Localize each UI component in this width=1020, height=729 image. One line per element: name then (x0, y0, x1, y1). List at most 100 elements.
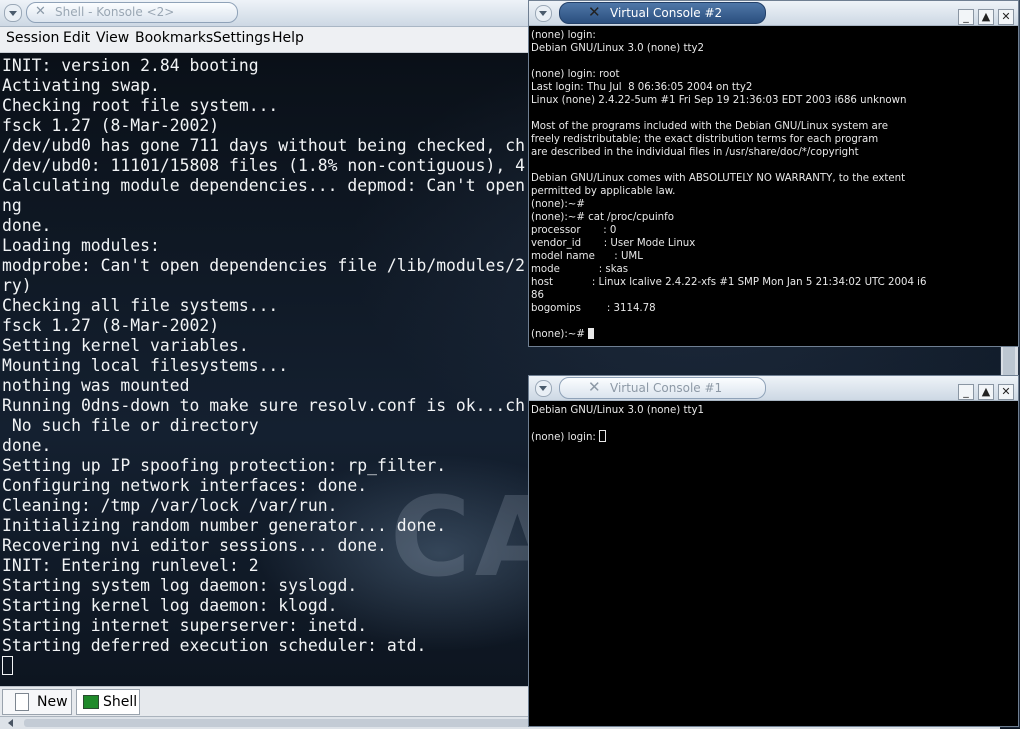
virtual-console-2-window: ✕ Virtual Console #2 _ ▲ ✕ (none) login: De… (528, 0, 1019, 347)
vc2-line: (none) login: root (531, 69, 620, 80)
new-session-button[interactable]: New (2, 689, 72, 715)
vc2-line: Linux (none) 2.4.22-5um #1 Fri Sep 19 21… (531, 95, 907, 106)
new-document-icon (15, 693, 29, 711)
vc2-line: 86 (531, 290, 544, 301)
vc2-line: are described in the individual files in… (531, 147, 859, 158)
text-cursor (599, 430, 607, 442)
vc2-title-pill[interactable]: ✕ Virtual Console #2 (559, 2, 766, 24)
konsole-line: fsck 1.27 (8-Mar-2002) (2, 116, 220, 135)
x-logo-icon: ✕ (588, 3, 601, 21)
menu-settings[interactable]: Settings (213, 30, 270, 46)
menu-edit[interactable]: Edit (63, 30, 90, 46)
vc2-prompt: (none):~# (531, 329, 589, 340)
close-icon[interactable]: ✕ (998, 9, 1014, 25)
konsole-line: Setting up IP spoofing protection: rp_fi… (2, 456, 447, 475)
vc2-line: permitted by applicable law. (531, 186, 676, 197)
vc2-line (531, 159, 1016, 172)
vc2-line (531, 55, 1016, 68)
vc1-prompt: (none) login: (531, 432, 600, 443)
menu-session[interactable]: Session (6, 30, 59, 46)
virtual-console-1-window: ✕ Virtual Console #1 _ ▲ ✕ Debian GNU/Linu… (528, 375, 1019, 727)
konsole-line: Mounting local filesystems... (2, 356, 289, 375)
vc2-line (531, 315, 1016, 328)
terminal-output: INIT: version 2.84 booting Activating swa… (2, 56, 525, 676)
vc1-title: Virtual Console #1 (610, 381, 723, 395)
window-menu-icon[interactable] (535, 5, 552, 22)
konsole-line: INIT: version 2.84 booting (2, 56, 259, 75)
konsole-prompt-line (2, 656, 525, 676)
vc1-prompt-line: (none) login: (531, 430, 1016, 443)
vc1-line (531, 417, 1016, 430)
konsole-line: Initializing random number generator... … (2, 516, 447, 535)
vc2-line: vendor_id : User Mode Linux (531, 238, 696, 249)
vc1-terminal[interactable]: Debian GNU/Linux 3.0 (none) tty1 (none) l… (531, 404, 1016, 726)
konsole-line: Running 0dns-down to make sure resolv.co… (2, 396, 526, 415)
vc2-line: (none):~# cat /proc/cpuinfo (531, 212, 674, 223)
konsole-line: Checking root file system... (2, 96, 279, 115)
konsole-line: Calculating module dependencies... depmo… (2, 176, 526, 195)
menu-help[interactable]: Help (272, 30, 304, 46)
vc2-line: bogomips : 3114.78 (531, 303, 656, 314)
x-logo-icon: ✕ (588, 378, 601, 396)
konsole-line: Checking all file systems... (2, 296, 279, 315)
window-menu-icon[interactable] (4, 4, 22, 22)
close-icon[interactable]: ✕ (998, 384, 1014, 400)
konsole-line: Starting system log daemon: syslogd. (2, 576, 358, 595)
vc2-line: processor : 0 (531, 225, 617, 236)
vc2-title: Virtual Console #2 (610, 6, 723, 20)
minimize-icon[interactable]: _ (958, 384, 974, 400)
x-logo-icon: ✕ (35, 4, 46, 19)
new-session-label: New (37, 694, 68, 710)
minimize-icon[interactable]: _ (958, 9, 974, 25)
konsole-line: modprobe: Can't open dependencies file /… (2, 256, 526, 275)
konsole-line: Activating swap. (2, 76, 160, 95)
konsole-title-pill[interactable]: ✕ Shell - Konsole <2> (26, 2, 238, 23)
scroll-left-icon[interactable] (8, 719, 13, 727)
konsole-line: Configuring network interfaces: done. (2, 476, 368, 495)
maximize-icon[interactable]: ▲ (978, 384, 994, 400)
vc2-prompt-line: (none):~# (531, 328, 1016, 341)
vc2-line: (none):~# (531, 199, 585, 210)
konsole-line: ry) (2, 276, 32, 295)
vc2-terminal[interactable]: (none) login: Debian GNU/Linux 3.0 (none)… (531, 29, 1016, 346)
konsole-title: Shell - Konsole <2> (55, 5, 175, 19)
vc2-line: model name : UML (531, 251, 643, 262)
konsole-line: /dev/ubd0 has gone 711 days without bein… (2, 136, 526, 155)
konsole-line: done. (2, 436, 52, 455)
konsole-line: Setting kernel variables. (2, 336, 249, 355)
vc2-line: Debian GNU/Linux comes with ABSOLUTELY N… (531, 173, 906, 184)
vc2-line: freely redistributable; the exact distri… (531, 134, 879, 145)
vc2-line: host : Linux lcalive 2.4.22-xfs #1 SMP M… (531, 277, 927, 288)
vc2-window-buttons: _ ▲ ✕ (954, 5, 1014, 25)
vc1-titlebar[interactable]: ✕ Virtual Console #1 _ ▲ ✕ (529, 376, 1018, 401)
tab-shell[interactable]: Shell (76, 689, 140, 715)
text-cursor (2, 656, 13, 675)
konsole-line: done. (2, 216, 52, 235)
vc2-line (531, 107, 1016, 120)
vc1-title-pill[interactable]: ✕ Virtual Console #1 (559, 377, 766, 399)
maximize-icon[interactable]: ▲ (978, 9, 994, 25)
konsole-line: No such file or directory (2, 416, 259, 435)
vc2-line: Last login: Thu Jul 8 06:36:05 2004 on t… (531, 82, 753, 93)
vc2-line: mode : skas (531, 264, 628, 275)
window-menu-icon[interactable] (535, 380, 552, 397)
text-cursor (588, 328, 595, 339)
tab-shell-label: Shell (103, 694, 138, 710)
konsole-line: Cleaning: /tmp /var/lock /var/run. (2, 496, 338, 515)
konsole-line: /dev/ubd0: 11101/15808 files (1.8% non-c… (2, 156, 526, 175)
konsole-line: ng (2, 196, 22, 215)
konsole-line: Starting kernel log daemon: klogd. (2, 596, 338, 615)
konsole-line: fsck 1.27 (8-Mar-2002) (2, 316, 220, 335)
vc2-line: (none) login: (531, 30, 596, 41)
vc2-line: Most of the programs included with the D… (531, 121, 889, 132)
vc1-line: Debian GNU/Linux 3.0 (none) tty1 (531, 405, 704, 416)
menu-view[interactable]: View (96, 30, 129, 46)
konsole-line: Starting internet superserver: inetd. (2, 616, 368, 635)
menu-bookmarks[interactable]: Bookmarks (135, 30, 213, 46)
vc1-window-buttons: _ ▲ ✕ (954, 380, 1014, 400)
konsole-line: INIT: Entering runlevel: 2 (2, 556, 259, 575)
vc2-line: Debian GNU/Linux 3.0 (none) tty2 (531, 43, 704, 54)
konsole-line: Recovering nvi editor sessions... done. (2, 536, 387, 555)
terminal-icon (83, 695, 99, 709)
vc2-titlebar[interactable]: ✕ Virtual Console #2 _ ▲ ✕ (529, 1, 1018, 26)
